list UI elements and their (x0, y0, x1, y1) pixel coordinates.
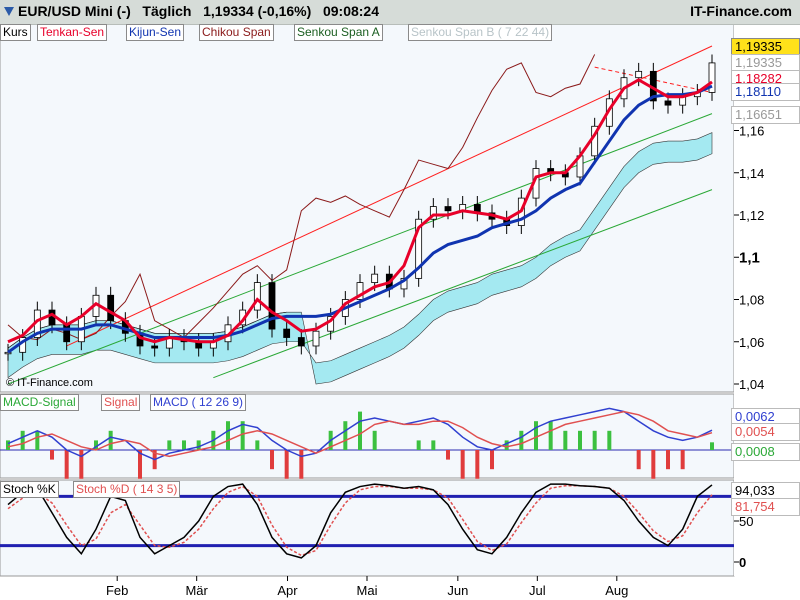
candle-body (151, 345, 159, 349)
macd-histogram-bar (79, 450, 84, 479)
price-tick-label: 1,16 (739, 124, 764, 139)
macd-histogram-bar (255, 440, 260, 450)
legend-senkou-span-a[interactable]: Senkou Span A (294, 24, 383, 41)
candle-body (63, 324, 71, 343)
stoch-d-value-label: 81,754 (731, 498, 800, 516)
macd-histogram-bar (372, 430, 377, 450)
macd-histogram-bar (460, 450, 465, 479)
macd-histogram-bar (358, 411, 362, 450)
macd-histogram-bar (563, 430, 568, 450)
macd-histogram-bar (20, 430, 25, 450)
macd-histogram-bar (196, 440, 201, 450)
candle-body (444, 206, 452, 212)
macd-histogram-bar (710, 442, 714, 450)
macd-histogram-bar (548, 421, 553, 450)
legend-signal[interactable]: Signal (101, 394, 141, 411)
legend-senkou-span-b[interactable]: Senkou Span B ( 7 22 44) (408, 24, 553, 41)
macd-histogram-bar (50, 450, 54, 460)
chart-canvas: 1,041,061,081,11,121,141,161,18© IT-Fina… (0, 23, 800, 598)
candle-body (635, 70, 643, 79)
macd-histogram-bar (226, 421, 230, 450)
legend-macd[interactable]: MACD ( 12 26 9) (150, 394, 247, 411)
macd-histogram-bar (416, 440, 421, 450)
macd-histogram-bar (534, 421, 538, 450)
price-tick-label: 1,14 (739, 166, 764, 181)
legend-kijun-sen[interactable]: Kijun-Sen (126, 24, 185, 41)
macd-histogram-bar (680, 450, 685, 470)
legend-kurs[interactable]: Kurs (0, 24, 31, 41)
candle-body (664, 100, 672, 106)
macd-histogram-bar (519, 430, 524, 450)
x-tick-label: Mai (357, 583, 378, 598)
candle-body (283, 328, 291, 338)
price-label-kijun: 1,18110 (731, 83, 800, 101)
legend-stoch-d[interactable]: Stoch %D ( 14 3 5) (73, 481, 181, 498)
macd-histogram-bar (35, 430, 40, 450)
candle-body (297, 337, 305, 347)
chart-title: EUR/USD Mini (-) Täglich 1,19334 (-0,16%… (18, 3, 379, 19)
stoch-tick-label: 50 (739, 514, 753, 529)
legend-stoch-k[interactable]: Stoch %K (0, 481, 59, 498)
price-label-senkou: 1,16651 (731, 106, 800, 124)
macd-histogram-bar (651, 450, 656, 479)
macd-hist-value-label: 0,0008 (731, 443, 800, 461)
signal-value-label: 0,0054 (731, 423, 800, 441)
legend-chikou-span[interactable]: Chikou Span (199, 24, 274, 41)
macd-histogram-bar (607, 430, 612, 450)
candle-body (312, 330, 320, 347)
dropdown-triangle-icon[interactable] (4, 7, 14, 16)
watermark-text: © IT-Finance.com (6, 377, 93, 389)
candle-body (371, 273, 379, 283)
macd-histogram-bar (592, 430, 597, 450)
macd-histogram-bar (64, 450, 69, 479)
candle-body (268, 282, 276, 330)
legend-tenkan-sen[interactable]: Tenkan-Sen (37, 24, 108, 41)
legend-macd-signal[interactable]: MACD-Signal (0, 394, 79, 411)
price-tick-label: 1,1 (739, 249, 760, 266)
title-bar: EUR/USD Mini (-) Täglich 1,19334 (-0,16%… (0, 0, 800, 25)
macd-histogram-bar (343, 421, 348, 450)
candle-body (253, 282, 261, 311)
price-tick-label: 1,08 (739, 293, 764, 308)
price-tick-label: 1,12 (739, 208, 764, 223)
price-tick-label: 1,04 (739, 377, 764, 392)
macd-histogram-bar (431, 440, 436, 450)
macd-histogram-bar (666, 450, 670, 470)
macd-histogram-bar (475, 450, 480, 479)
macd-histogram-bar (446, 450, 450, 460)
macd-histogram-bar (299, 450, 304, 479)
stoch-tick-label: 0 (739, 555, 746, 570)
macd-histogram-bar (167, 440, 172, 450)
x-tick-label: Feb (106, 583, 128, 598)
x-tick-label: Jul (529, 583, 546, 598)
x-tick-label: Apr (277, 583, 298, 598)
macd-histogram-bar (270, 450, 274, 470)
macd-histogram-bar (182, 440, 186, 450)
macd-histogram-bar (6, 440, 10, 450)
x-tick-label: Jun (447, 583, 468, 598)
chart-window: 1,041,061,081,11,121,141,161,18© IT-Fina… (0, 0, 800, 600)
macd-histogram-bar (504, 440, 509, 450)
macd-histogram-bar (636, 450, 641, 470)
macd-histogram-bar (108, 430, 113, 450)
macd-histogram-bar (490, 450, 494, 470)
brand-name: IT-Finance.com (690, 3, 792, 19)
price-tick-label: 1,06 (739, 335, 764, 350)
macd-histogram-bar (578, 430, 582, 450)
macd-histogram-bar (284, 450, 289, 479)
candle-body (107, 294, 115, 322)
x-tick-label: Mär (185, 583, 208, 598)
x-tick-label: Aug (605, 583, 628, 598)
